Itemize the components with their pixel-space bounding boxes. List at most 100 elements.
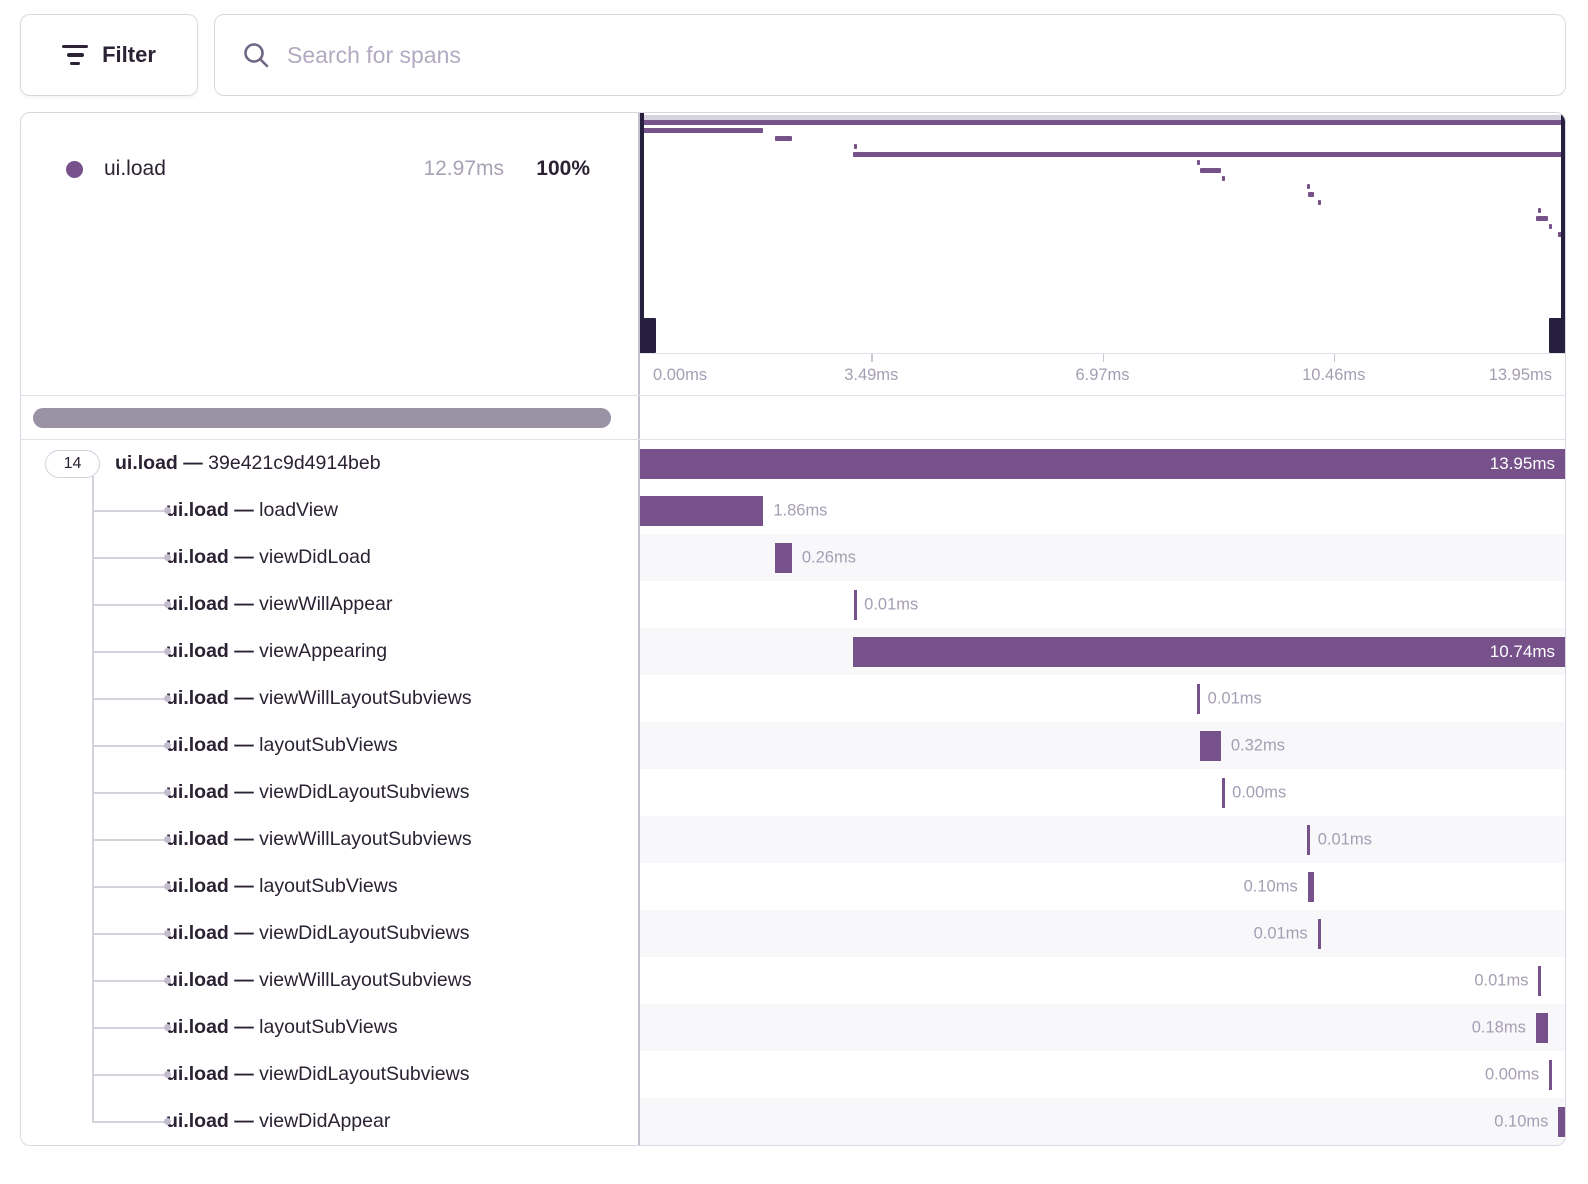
ops-breakdown-row[interactable]: ui.load 12.97ms 100% [21,113,638,181]
span-label: ui.load — layoutSubViews [166,734,398,757]
span-row[interactable]: ui.load — viewWillLayoutSubviews0.01ms [21,816,1565,863]
tree-connector-line [92,698,166,700]
span-bar[interactable] [1549,1060,1552,1090]
span-row[interactable]: 14 ui.load — 39e421c9d4914beb 13.95ms [21,440,1565,487]
filter-button[interactable]: Filter [20,14,198,96]
span-row[interactable]: ui.load — layoutSubViews 0.18ms [21,1004,1565,1051]
op-name: ui.load [104,157,166,181]
span-bar[interactable] [640,496,763,526]
span-tree-cell[interactable]: ui.load — viewDidLayoutSubviews [21,769,640,816]
tree-connector-dot [164,601,171,608]
span-duration-cell[interactable]: 0.00ms [640,769,1565,816]
span-duration-label: 0.26ms [802,548,856,567]
span-label: ui.load — 39e421c9d4914beb [115,452,381,475]
span-bar[interactable] [854,590,857,620]
span-tree-cell[interactable]: ui.load — loadView [21,487,640,534]
filter-button-label: Filter [102,42,156,68]
span-row[interactable]: ui.load — viewDidLayoutSubviews0.00ms [21,1051,1565,1098]
tree-connector-dot [164,1024,171,1031]
minimap-span-bar [640,128,763,133]
span-duration-cell[interactable]: 0.01ms [640,816,1565,863]
tree-connector-line [92,510,166,512]
span-duration-cell[interactable]: 13.95ms [640,440,1565,487]
span-row[interactable]: ui.load — viewWillAppear0.01ms [21,581,1565,628]
span-tree-cell[interactable]: ui.load — viewDidAppear [21,1098,640,1145]
minimap-span-bar [1307,184,1310,189]
span-tree-cell[interactable]: ui.load — viewWillLayoutSubviews [21,957,640,1004]
span-tree-cell[interactable]: ui.load — viewDidLoad [21,534,640,581]
span-duration-cell[interactable]: 0.10ms [640,1098,1565,1145]
span-bar[interactable] [1558,1107,1565,1137]
op-duration: 12.97ms [423,157,504,181]
span-duration-cell[interactable]: 1.86ms [640,487,1565,534]
span-tree-cell[interactable]: ui.load — layoutSubViews [21,722,640,769]
span-duration-label: 0.10ms [1494,1112,1548,1131]
span-list-scrollbar-track[interactable] [21,396,640,439]
span-duration-cell[interactable]: 0.01ms [640,910,1565,957]
span-duration-cell[interactable]: 0.00ms [640,1051,1565,1098]
trace-minimap[interactable] [640,113,1565,353]
minimap-left-drag-handle[interactable] [640,113,644,353]
span-tree-cell[interactable]: ui.load — viewWillLayoutSubviews [21,675,640,722]
minimap-span-bar [854,144,857,149]
span-bar[interactable] [1536,1013,1548,1043]
span-bar[interactable] [1307,825,1310,855]
span-tree-cell[interactable]: ui.load — layoutSubViews [21,863,640,910]
span-duration-cell[interactable]: 0.18ms [640,1004,1565,1051]
span-bar[interactable] [1200,731,1221,761]
span-bar[interactable] [775,543,792,573]
search-icon [241,40,271,70]
span-list-scrollbar-thumb[interactable] [33,408,611,428]
span-row[interactable]: ui.load — viewWillLayoutSubviews0.01ms [21,675,1565,722]
span-duration-label: 10.74ms [1490,642,1555,662]
span-bar[interactable] [1197,684,1200,714]
span-row[interactable]: ui.load — loadView 1.86ms [21,487,1565,534]
span-bar[interactable] [1222,778,1225,808]
span-duration-cell[interactable]: 0.32ms [640,722,1565,769]
span-row[interactable]: ui.load — viewDidLayoutSubviews0.01ms [21,910,1565,957]
span-label: ui.load — layoutSubViews [166,1016,398,1039]
span-duration-cell[interactable]: 10.74ms [640,628,1565,675]
span-bar[interactable] [1538,966,1541,996]
minimap-span-bar [1197,160,1200,165]
span-label: ui.load — viewWillLayoutSubviews [166,969,472,992]
minimap-right-drag-handle[interactable] [1561,113,1565,353]
minimap-span-bar [1536,216,1548,221]
span-tree-cell[interactable]: ui.load — viewWillAppear [21,581,640,628]
span-duration-cell[interactable]: 0.26ms [640,534,1565,581]
span-label: ui.load — loadView [166,499,338,522]
span-children-count-badge[interactable]: 14 [45,450,100,478]
minimap-span-bar [1318,200,1321,205]
minimap-pane: 0.00ms3.49ms6.97ms10.46ms13.95ms [640,113,1565,395]
list-scrollbar-row [21,395,1565,440]
span-tree-cell[interactable]: 14 ui.load — 39e421c9d4914beb [21,440,640,487]
span-bar[interactable] [1318,919,1321,949]
span-row[interactable]: ui.load — viewAppearing 10.74ms [21,628,1565,675]
span-duration-cell[interactable]: 0.10ms [640,863,1565,910]
span-row[interactable]: ui.load — layoutSubViews 0.10ms [21,863,1565,910]
span-tree-cell[interactable]: ui.load — viewDidLayoutSubviews [21,1051,640,1098]
minimap-left-grip[interactable] [640,318,656,353]
waterfall-scrollbar-area [640,396,1565,439]
span-tree-cell[interactable]: ui.load — layoutSubViews [21,1004,640,1051]
span-bar[interactable]: 13.95ms [640,449,1565,479]
span-tree-cell[interactable]: ui.load — viewAppearing [21,628,640,675]
span-duration-label: 0.18ms [1472,1018,1526,1037]
span-duration-cell[interactable]: 0.01ms [640,675,1565,722]
span-duration-cell[interactable]: 0.01ms [640,957,1565,1004]
span-row[interactable]: ui.load — viewDidLoad 0.26ms [21,534,1565,581]
span-bar[interactable] [1308,872,1315,902]
minimap-right-grip[interactable] [1549,318,1565,353]
span-row[interactable]: ui.load — layoutSubViews 0.32ms [21,722,1565,769]
span-row[interactable]: ui.load — viewDidLayoutSubviews0.00ms [21,769,1565,816]
span-row[interactable]: ui.load — viewWillLayoutSubviews 0.01ms [21,957,1565,1004]
span-duration-label: 0.10ms [1244,877,1298,896]
span-tree-cell[interactable]: ui.load — viewDidLayoutSubviews [21,910,640,957]
span-bar[interactable]: 10.74ms [853,637,1565,667]
minimap-span-bar [1549,224,1552,229]
span-tree-cell[interactable]: ui.load — viewWillLayoutSubviews [21,816,640,863]
search-input[interactable] [287,42,1539,69]
search-box[interactable] [214,14,1566,96]
span-row[interactable]: ui.load — viewDidAppear 0.10ms [21,1098,1565,1145]
span-duration-cell[interactable]: 0.01ms [640,581,1565,628]
